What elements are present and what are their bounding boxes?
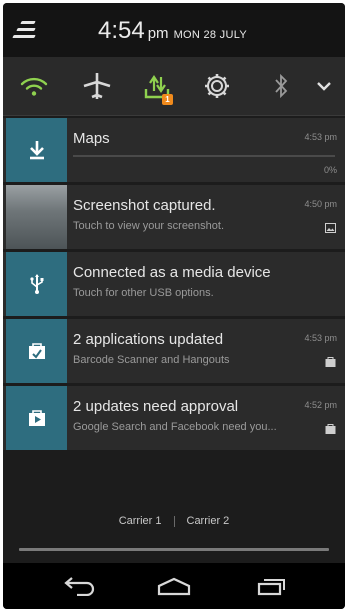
status-header: 4:54 pm MON 28 JULY	[3, 3, 345, 57]
notification-time: 4:50 pm	[304, 199, 337, 209]
notification-usb[interactable]: Connected as a media device Touch for ot…	[3, 252, 345, 316]
notification-subtitle: Touch for other USB options.	[73, 287, 214, 299]
notification-title: Screenshot captured.	[73, 197, 216, 214]
airplane-mode-icon[interactable]	[69, 57, 125, 115]
carrier-1-label: Carrier 1	[118, 515, 162, 527]
expand-icon[interactable]	[303, 57, 345, 115]
notification-title: 2 updates need approval	[73, 398, 239, 415]
download-icon	[6, 118, 67, 182]
clock-ampm: pm	[147, 25, 169, 42]
carrier-2-label: Carrier 2	[186, 515, 230, 527]
notification-title: 2 applications updated	[73, 331, 224, 348]
image-icon	[325, 220, 336, 238]
notification-maps[interactable]: Maps 4:53 pm 0%	[3, 118, 345, 182]
wifi-icon[interactable]	[6, 57, 62, 115]
clock: 4:54 pm MON 28 JULY	[98, 17, 247, 45]
navigation-bar	[3, 563, 345, 609]
clock-time: 4:54	[98, 17, 145, 44]
notification-updates-approval[interactable]: 2 updates need approval Google Search an…	[3, 386, 345, 450]
drawer-handle[interactable]	[19, 548, 329, 551]
notification-title: Maps	[73, 130, 110, 147]
settings-icon[interactable]	[189, 57, 245, 115]
back-icon[interactable]	[53, 571, 103, 601]
play-store-small-icon	[325, 354, 336, 372]
notification-time: 4:52 pm	[304, 400, 337, 410]
usb-icon	[6, 252, 67, 316]
sync-badge: 1	[162, 94, 173, 105]
download-progress-bar	[73, 155, 335, 157]
notification-shade: 4:54 pm MON 28 JULY 1 Maps 4:53 pm 0% Sc…	[3, 3, 345, 609]
menu-icon[interactable]	[12, 21, 39, 41]
notification-subtitle: Barcode Scanner and Hangouts	[73, 354, 230, 366]
home-icon[interactable]	[149, 571, 199, 601]
notification-subtitle: Google Search and Facebook need you...	[73, 421, 277, 433]
carrier-labels: Carrier 1 Carrier 2	[3, 515, 345, 527]
play-store-icon	[6, 319, 67, 383]
carrier-separator	[173, 515, 175, 527]
quick-settings-bar: 1	[3, 57, 345, 116]
play-store-small-icon	[325, 421, 336, 439]
notification-time: 4:53 pm	[304, 333, 337, 343]
sync-icon[interactable]: 1	[129, 57, 185, 115]
recent-apps-icon[interactable]	[247, 571, 297, 601]
clock-date: MON 28 JULY	[173, 29, 247, 41]
play-store-icon	[6, 386, 67, 450]
screenshot-thumbnail	[6, 185, 67, 249]
notification-title: Connected as a media device	[73, 264, 271, 281]
bluetooth-icon[interactable]	[253, 57, 309, 115]
notification-screenshot[interactable]: Screenshot captured. Touch to view your …	[3, 185, 345, 249]
notification-subtitle: Touch to view your screenshot.	[73, 220, 225, 232]
progress-percent: 0%	[323, 165, 337, 175]
notification-time: 4:53 pm	[304, 132, 337, 142]
notification-apps-updated[interactable]: 2 applications updated Barcode Scanner a…	[3, 319, 345, 383]
